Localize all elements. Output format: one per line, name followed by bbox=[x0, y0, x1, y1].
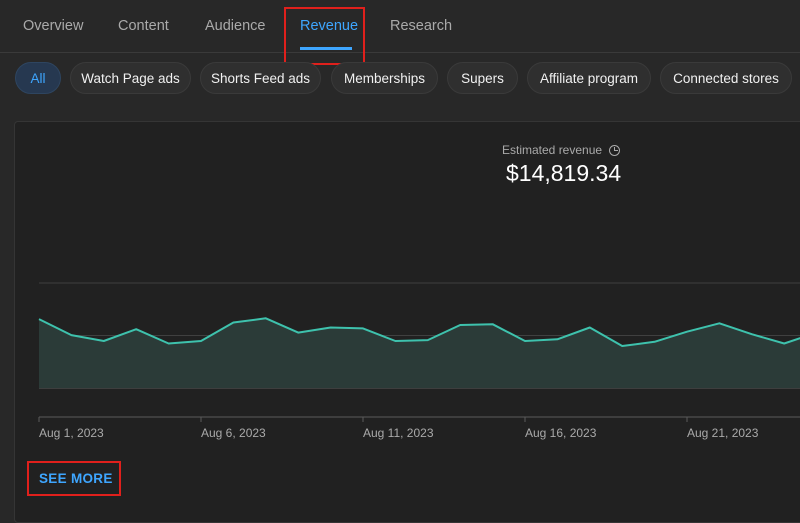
see-more-button[interactable]: SEE MORE bbox=[39, 471, 113, 486]
chart-x-tick-label: Aug 21, 2023 bbox=[687, 426, 759, 440]
chart-x-tick-label: Aug 16, 2023 bbox=[525, 426, 597, 440]
chart-x-tick-label: Aug 6, 2023 bbox=[201, 426, 266, 440]
chart-x-tick-label: Aug 11, 2023 bbox=[363, 426, 434, 440]
revenue-chart: Aug 1, 2023 Aug 6, 2023 Aug 11, 2023 Aug 16… bbox=[38, 282, 800, 440]
chart-x-tick-label: Aug 1, 2023 bbox=[39, 426, 104, 440]
chart-area-fill bbox=[39, 318, 800, 388]
